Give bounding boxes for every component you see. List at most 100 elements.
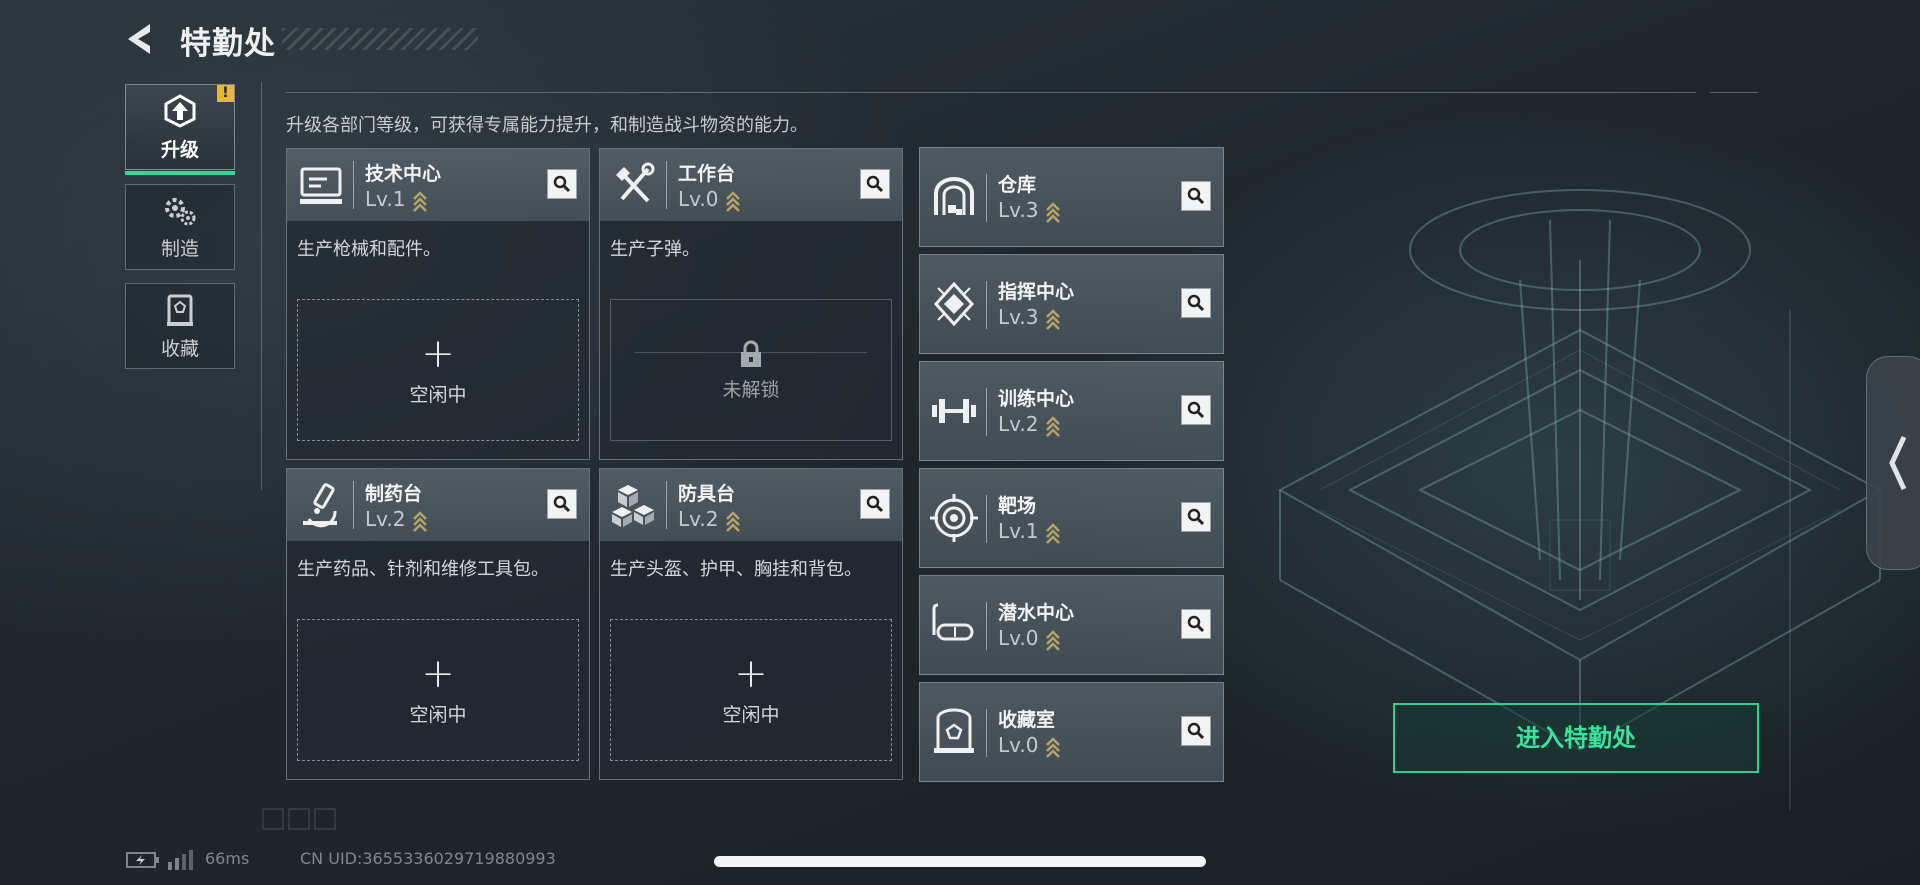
add-icon: + <box>421 330 455 377</box>
facility-level: Lv.3 <box>998 198 1061 223</box>
dumbbell-icon <box>932 399 976 423</box>
enter-special-ops-button[interactable]: 进入特勤处 <box>1393 703 1759 773</box>
separator <box>353 481 354 529</box>
level-up-arrows-icon <box>1045 308 1060 330</box>
level-up-arrows-icon <box>412 510 427 532</box>
slot-status: 空闲中 <box>409 703 467 726</box>
facility-card-shooting-range[interactable]: 靶场 Lv.1 <box>919 468 1224 568</box>
level-text: Lv.3 <box>998 305 1039 329</box>
facility-description: 生产药品、针剂和维修工具包。 <box>297 559 549 580</box>
production-slot-idle[interactable]: + 空闲中 <box>297 299 579 441</box>
showcase-icon <box>167 294 193 326</box>
lock-icon <box>741 340 761 367</box>
showcase-icon <box>934 708 974 753</box>
chevron-left-icon <box>1889 435 1907 491</box>
facility-card-training-center[interactable]: 训练中心 Lv.2 <box>919 361 1224 461</box>
facility-name: 训练中心 <box>998 388 1075 410</box>
level-text: Lv.0 <box>998 626 1039 650</box>
tab-label: 升级 <box>160 138 199 161</box>
upgrade-icon <box>164 93 196 128</box>
ping-readout: 66ms <box>205 849 250 868</box>
back-arrow-icon[interactable] <box>122 20 160 58</box>
production-slot-idle[interactable]: + 空闲中 <box>297 619 579 761</box>
divider <box>286 92 1696 93</box>
side-panel-handle[interactable] <box>1866 356 1920 570</box>
search-icon <box>553 175 571 193</box>
special-ops-screen: 特勤处 升级 ! 制造 收藏 升级各部门等级，可获得专属能力提升，和制造战斗物资… <box>0 0 1920 885</box>
facility-description: 生产头盔、护甲、胸挂和背包。 <box>610 559 862 580</box>
separator <box>986 709 987 757</box>
home-indicator[interactable] <box>714 856 1206 867</box>
facility-level: Lv.2 <box>365 507 428 532</box>
tab-label: 收藏 <box>160 337 199 360</box>
level-text: Lv.0 <box>678 187 719 211</box>
production-slot-locked: 未解锁 <box>610 299 892 441</box>
inspect-button[interactable] <box>860 169 890 199</box>
facility-card-armor-bench[interactable]: 防具台 Lv.2 生产头盔、护甲、胸挂和背包。 + 空闲中 <box>599 468 903 780</box>
slot-status: 空闲中 <box>722 703 780 726</box>
separator <box>666 161 667 209</box>
inspect-button[interactable] <box>547 169 577 199</box>
production-slot-idle[interactable]: + 空闲中 <box>610 619 892 761</box>
facility-level: Lv.0 <box>998 626 1061 651</box>
level-text: Lv.2 <box>678 507 719 531</box>
warehouse-icon <box>934 177 974 215</box>
inspect-button[interactable] <box>1181 288 1211 318</box>
facility-card-warehouse[interactable]: 仓库 Lv.3 <box>919 147 1224 247</box>
tab-craft[interactable]: 制造 <box>125 184 235 270</box>
level-up-arrows-icon <box>1045 522 1060 544</box>
level-text: Lv.1 <box>998 519 1039 543</box>
facility-card-workbench[interactable]: 工作台 Lv.0 生产子弹。 未解锁 <box>599 148 903 460</box>
tab-collection[interactable]: 收藏 <box>125 283 235 369</box>
page-title: 特勤处 <box>180 26 276 62</box>
facility-card-pharmacy[interactable]: 制药台 Lv.2 生产药品、针剂和维修工具包。 + 空闲中 <box>286 468 590 780</box>
tab-label: 制造 <box>160 237 199 260</box>
separator <box>986 495 987 543</box>
slot-status: 空闲中 <box>409 383 467 406</box>
inspect-button[interactable] <box>1181 181 1211 211</box>
facility-name: 防具台 <box>678 483 736 505</box>
facility-name: 工作台 <box>678 163 736 185</box>
crates-icon <box>612 485 654 527</box>
card-header: 技术中心 Lv.1 <box>287 149 589 221</box>
facility-level: Lv.0 <box>998 733 1061 758</box>
divider <box>1710 92 1758 93</box>
facility-level: Lv.2 <box>998 412 1061 437</box>
facility-card-collection-room[interactable]: 收藏室 Lv.0 <box>919 682 1224 782</box>
title-decoration <box>282 28 478 50</box>
facility-name: 靶场 <box>998 495 1037 517</box>
separator <box>986 602 987 650</box>
search-icon <box>553 495 571 513</box>
inspect-button[interactable] <box>547 489 577 519</box>
facility-level: Lv.1 <box>998 519 1061 544</box>
facility-name: 技术中心 <box>365 163 442 185</box>
add-icon: + <box>421 650 455 697</box>
level-up-arrows-icon <box>1045 415 1060 437</box>
facility-card-diving-center[interactable]: 潜水中心 Lv.0 <box>919 575 1224 675</box>
facility-card-command-center[interactable]: 指挥中心 Lv.3 <box>919 254 1224 354</box>
level-text: Lv.1 <box>365 187 406 211</box>
level-text: Lv.2 <box>998 412 1039 436</box>
inspect-button[interactable] <box>1181 716 1211 746</box>
inspect-button[interactable] <box>860 489 890 519</box>
level-up-arrows-icon <box>725 510 740 532</box>
tab-upgrade[interactable]: 升级 ! <box>125 84 235 175</box>
separator <box>986 174 987 222</box>
inspect-button[interactable] <box>1181 395 1211 425</box>
separator <box>986 281 987 329</box>
level-up-arrows-icon <box>1045 736 1060 758</box>
separator <box>666 481 667 529</box>
inspect-button[interactable] <box>1181 609 1211 639</box>
separator <box>353 161 354 209</box>
facility-description: 生产子弹。 <box>610 239 700 260</box>
level-up-arrows-icon <box>412 190 427 212</box>
facility-card-tech-center[interactable]: 技术中心 Lv.1 生产枪械和配件。 + 空闲中 <box>286 148 590 460</box>
facility-name: 制药台 <box>365 483 423 505</box>
facility-name: 收藏室 <box>998 709 1056 731</box>
search-icon <box>1187 722 1205 740</box>
inspect-button[interactable] <box>1181 502 1211 532</box>
level-text: Lv.3 <box>998 198 1039 222</box>
search-icon <box>1187 294 1205 312</box>
slot-status: 未解锁 <box>722 378 780 401</box>
battery-icon <box>126 852 159 868</box>
